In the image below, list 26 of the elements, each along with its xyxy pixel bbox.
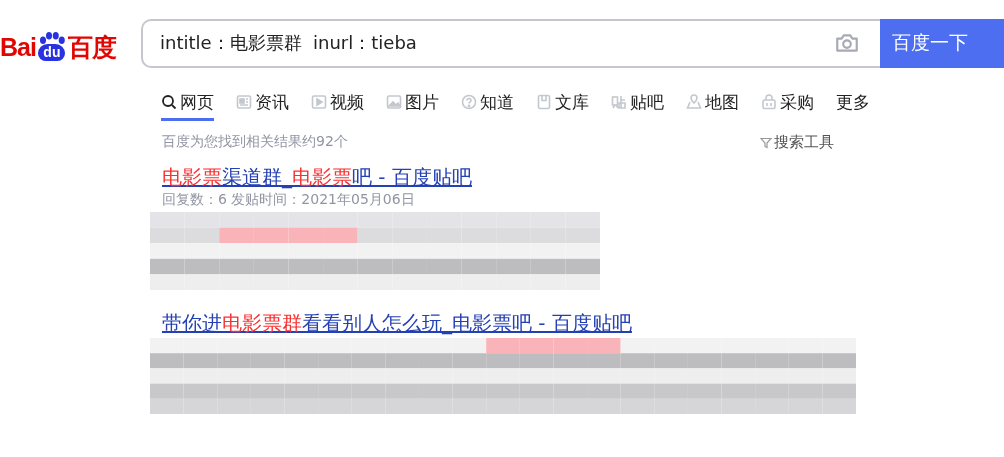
nav-tab[interactable]: 采购 [761, 86, 814, 121]
nav-tab[interactable]: 视频 [311, 86, 364, 121]
search-button[interactable]: 百度一下 [880, 18, 1004, 68]
question-icon [461, 94, 477, 110]
logo-text: 百度 [67, 32, 116, 61]
nav-tab[interactable]: 贴吧 [611, 86, 664, 121]
filter-icon [760, 136, 772, 149]
search-tools-link[interactable]: 搜索工具 [760, 133, 834, 152]
search-icon [161, 94, 177, 110]
news-icon [236, 94, 252, 110]
nav-tab[interactable]: 网页 [161, 86, 214, 121]
nav-tab[interactable]: 更多 [836, 86, 870, 121]
nav-tab[interactable]: 资讯 [236, 86, 289, 121]
result-count: 百度为您找到相关结果约92个 [162, 133, 348, 151]
result-meta: 回复数：6 发贴时间：2021年05月06日 [162, 190, 416, 208]
logo-paw: du [38, 43, 66, 61]
logo-text: Bai [0, 32, 36, 61]
image-icon [386, 94, 402, 110]
map-icon [686, 94, 702, 110]
nav-tab[interactable]: 图片 [386, 86, 439, 121]
video-icon [311, 94, 327, 110]
search-field[interactable]: intitle：电影票群 inurl：tieba [141, 18, 880, 68]
nav-tab[interactable]: 知道 [461, 86, 514, 121]
nav-tab[interactable]: 地图 [686, 86, 739, 121]
nav-tab[interactable]: 文库 [536, 86, 589, 121]
doc-icon [536, 94, 552, 110]
